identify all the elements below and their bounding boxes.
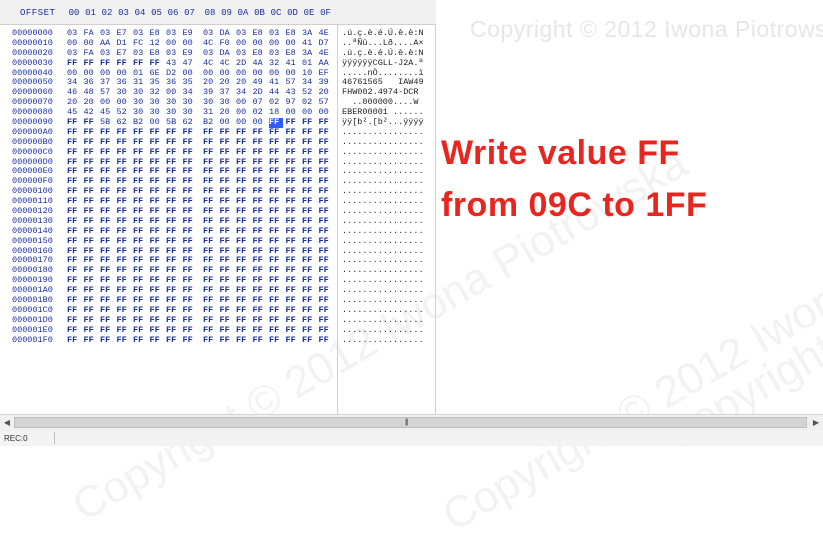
hex-column-header: 0F	[320, 8, 331, 18]
hex-column-header: 0D	[287, 8, 298, 18]
hex-column-header: 09	[221, 8, 232, 18]
hex-column-header: 0A	[237, 8, 249, 18]
hex-byte[interactable]: FF	[286, 335, 300, 346]
status-bar: REC:0	[0, 431, 823, 446]
scrollbar-grip-icon: |||	[405, 419, 409, 426]
hex-column-header: 07	[184, 8, 195, 18]
watermark-copyright: Copyright © 2012 Iwona Piotrowska	[470, 16, 823, 42]
hex-row[interactable]: FF FF FF FF FF FF FF FF FF FF FF FF FF FF FF FF	[67, 335, 337, 346]
hex-column-header: 08	[204, 8, 216, 18]
hex-byte[interactable]: FF	[302, 335, 316, 346]
hex-byte[interactable]: FF	[253, 335, 267, 346]
status-record: REC:0	[4, 434, 28, 443]
offset-header: OFFSET	[20, 8, 56, 18]
hex-byte[interactable]: FF	[133, 335, 147, 346]
hex-column-header: 0C	[270, 8, 282, 18]
scroll-right-arrow-icon[interactable]: ▶	[811, 418, 821, 428]
annotation-text: Write value FF from 09C to 1FF	[441, 127, 707, 231]
hex-column-header: 06	[167, 8, 179, 18]
hex-byte[interactable]: FF	[166, 335, 180, 346]
hex-byte[interactable]: FF	[100, 335, 114, 346]
hex-column-header: 01	[85, 8, 96, 18]
hex-byte[interactable]: FF	[220, 335, 234, 346]
hex-column-header: 02	[101, 8, 113, 18]
status-separator	[54, 432, 55, 444]
hex-bytes-panel[interactable]: 03 FA 03 E7 03 E8 03 E9 03 DA 03 E8 03 E8 3A 4E 00 00 AA D1…	[67, 28, 337, 346]
annotation-line-1: Write value FF	[441, 134, 680, 172]
hex-byte[interactable]: FF	[269, 335, 283, 346]
scrollbar-thumb[interactable]: |||	[14, 417, 807, 428]
hex-byte[interactable]: FF	[183, 335, 197, 346]
scroll-left-arrow-icon[interactable]: ◀	[2, 418, 12, 428]
hex-column-header: 04	[134, 8, 146, 18]
header-divider	[0, 24, 436, 25]
ascii-divider	[337, 24, 338, 414]
hex-byte[interactable]: FF	[67, 335, 81, 346]
ascii-row[interactable]: ................	[342, 335, 424, 346]
hex-byte[interactable]: FF	[203, 335, 217, 346]
hex-column-header: 05	[151, 8, 162, 18]
horizontal-scrollbar[interactable]: ◀ ||| ▶	[0, 414, 823, 432]
ascii-panel[interactable]: .ú.ç.è.é.Ú.è.è:N ..ªÑü...Lð....A× .ú.ç.è.é…	[342, 28, 424, 346]
hex-column-header: 00	[68, 8, 80, 18]
hex-byte[interactable]: FF	[150, 335, 164, 346]
hex-byte[interactable]: FF	[236, 335, 250, 346]
annotation-line-2: from 09C to 1FF	[441, 186, 708, 224]
hex-byte[interactable]: FF	[319, 335, 333, 346]
panel-divider	[435, 24, 436, 414]
hex-column-header: 0E	[303, 8, 315, 18]
hex-byte[interactable]: FF	[84, 335, 98, 346]
hex-column-header: 0B	[254, 8, 265, 18]
hex-column-header: 03	[118, 8, 129, 18]
hex-header-row: OFFSET 00 01 02 03 04 05 06 07 08 09 0A 0B 0C 0D 0E 0F	[0, 0, 436, 25]
hex-byte[interactable]: FF	[117, 335, 131, 346]
